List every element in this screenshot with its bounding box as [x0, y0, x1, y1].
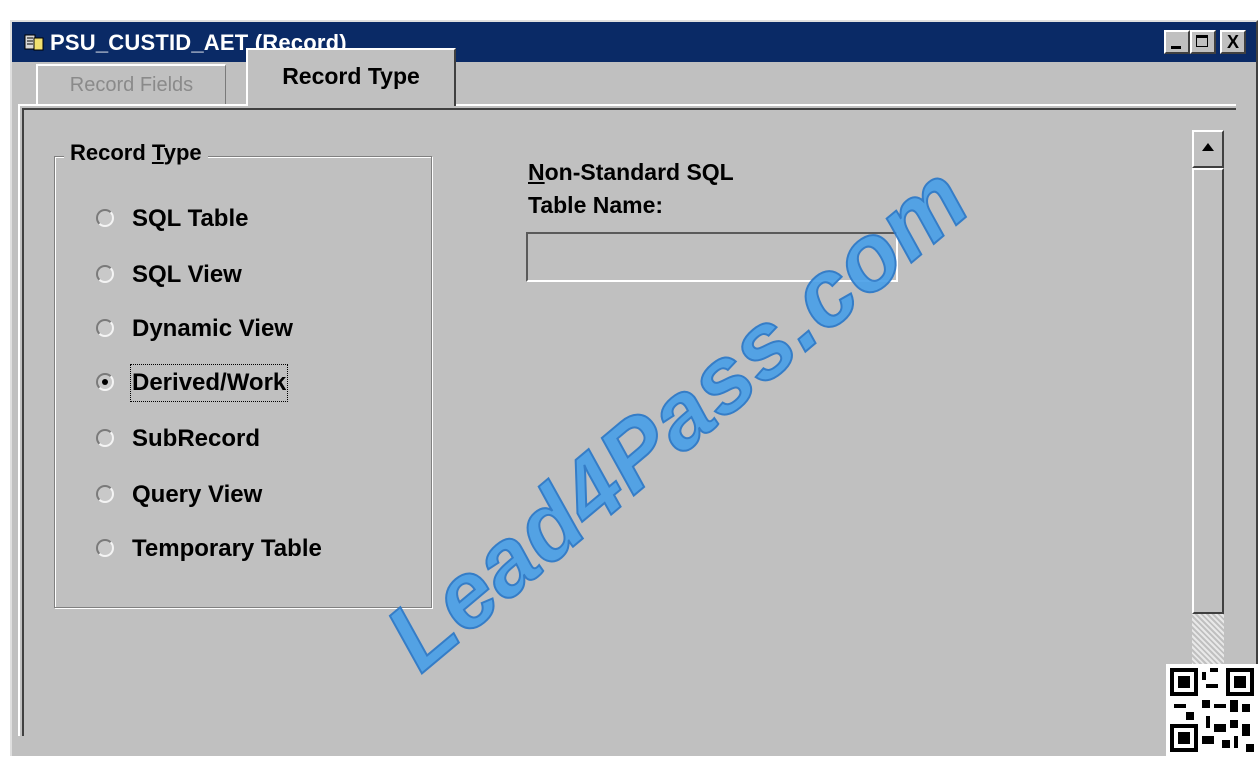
qr-code-image	[1170, 668, 1254, 752]
radio-button[interactable]	[96, 485, 114, 503]
maximize-icon	[1196, 35, 1208, 47]
radio-label: Temporary Table	[132, 535, 322, 562]
scroll-thumb[interactable]	[1192, 168, 1224, 614]
sql-label-line1: on-Standard SQL	[544, 159, 734, 185]
radio-button[interactable]	[96, 373, 114, 391]
close-button[interactable]: X	[1220, 30, 1246, 54]
radio-label: Dynamic View	[132, 315, 293, 342]
vertical-scrollbar[interactable]	[1192, 130, 1224, 736]
qr-code	[1166, 664, 1258, 756]
sql-label-line2: Table Name:	[528, 192, 664, 218]
group-label-accelerator: T	[151, 140, 164, 165]
radio-button[interactable]	[96, 319, 114, 337]
radio-label: SQL View	[132, 261, 242, 288]
non-standard-sql-label: Non-Standard SQL Table Name:	[528, 156, 734, 222]
radio-label: SubRecord	[132, 425, 261, 452]
tab-record-type[interactable]: Record Type	[246, 48, 456, 106]
radio-label: Derived/Work	[129, 364, 289, 402]
tab-record-fields[interactable]: Record Fields	[36, 64, 226, 104]
title-bar[interactable]: PSU_CUSTID_AET (Record) X	[12, 22, 1256, 62]
radio-label: SQL Table	[132, 205, 249, 232]
scroll-up-button[interactable]	[1192, 130, 1224, 168]
radio-button[interactable]	[96, 539, 114, 557]
radio-selected-dot	[102, 379, 108, 385]
group-label-prefix: Record	[70, 140, 152, 165]
radio-label: Query View	[132, 481, 263, 508]
record-type-group-label: Record Type	[64, 138, 208, 168]
radio-button[interactable]	[96, 265, 114, 283]
group-label-suffix: ype	[163, 140, 202, 165]
arrow-up-icon	[1202, 143, 1214, 151]
minimize-button[interactable]	[1164, 30, 1190, 54]
sql-label-accelerator: N	[528, 159, 545, 185]
close-icon: X	[1226, 32, 1239, 52]
maximize-button[interactable]	[1190, 30, 1216, 54]
non-standard-sql-table-name-input[interactable]	[526, 232, 898, 282]
radio-button[interactable]	[96, 209, 114, 227]
radio-button[interactable]	[96, 429, 114, 447]
record-icon	[24, 34, 44, 51]
minimize-icon	[1171, 46, 1181, 49]
